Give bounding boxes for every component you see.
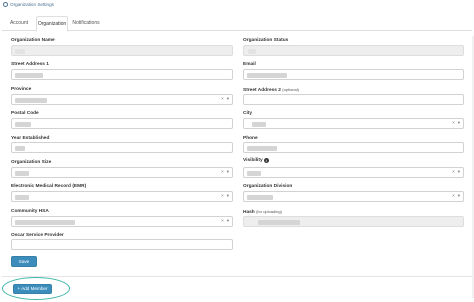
oscar-provider-input[interactable] <box>11 239 233 250</box>
add-member-button[interactable]: + Add Member <box>13 284 52 294</box>
redacted-value <box>258 219 300 225</box>
chevron-down-icon[interactable]: ▾ <box>458 169 460 175</box>
redacted-value <box>15 170 29 176</box>
email-input[interactable] <box>243 69 464 80</box>
save-button[interactable]: Save <box>11 256 37 267</box>
chevron-down-icon[interactable]: ▾ <box>458 193 460 199</box>
emr-select[interactable]: × ▾ <box>11 191 233 202</box>
org-size-select[interactable]: × ▾ <box>11 167 233 178</box>
redacted-value <box>247 72 287 78</box>
clear-icon[interactable]: × <box>452 120 455 126</box>
street1-label: Street Address 1 <box>11 62 49 67</box>
visibility-select[interactable]: × ▾ <box>243 167 464 178</box>
select-controls: × ▾ <box>221 193 229 199</box>
oscar-provider-label: Oscar Service Provider <box>11 233 64 238</box>
org-name-label: Organization Name <box>11 38 55 43</box>
redacted-value <box>247 145 277 151</box>
gear-icon <box>3 2 8 7</box>
phone-input[interactable] <box>243 142 464 153</box>
tab-bar: Account Organization Notifications <box>2 16 472 32</box>
hash-note: (for uploading) <box>256 209 282 214</box>
select-controls: × ▾ <box>221 96 229 102</box>
clear-icon[interactable]: × <box>221 193 224 199</box>
hash-label: Hash (for uploading) <box>243 209 282 215</box>
chevron-down-icon[interactable]: ▾ <box>227 218 229 224</box>
chevron-down-icon[interactable]: ▾ <box>227 169 229 175</box>
redacted-value <box>247 170 261 176</box>
tab-account[interactable]: Account <box>4 16 34 31</box>
division-label: Organization Division <box>243 184 293 189</box>
clear-icon[interactable]: × <box>221 218 224 224</box>
select-controls: × ▾ <box>221 218 229 224</box>
chevron-down-icon[interactable]: ▾ <box>227 96 229 102</box>
clear-icon[interactable]: × <box>452 169 455 175</box>
redacted-value <box>15 48 25 54</box>
community-hsa-select[interactable]: × ▾ <box>11 216 233 227</box>
emr-label: Electronic Medical Record (EMR) <box>11 184 87 189</box>
chevron-down-icon[interactable]: ▾ <box>227 193 229 199</box>
breadcrumb-text: Organization Settings <box>10 2 54 7</box>
province-label: Province <box>11 87 32 92</box>
province-select[interactable]: × ▾ <box>11 94 233 105</box>
select-controls: × ▾ <box>452 120 460 126</box>
division-select[interactable]: × ▾ <box>243 191 464 202</box>
redacted-value <box>15 145 25 151</box>
redacted-value <box>15 121 31 127</box>
visibility-label: Visibility i <box>243 158 269 163</box>
org-status-field <box>243 45 464 56</box>
email-label: Email <box>243 62 256 67</box>
tab-organization[interactable]: Organization <box>36 16 68 32</box>
breadcrumb: Organization Settings <box>3 2 54 7</box>
divider <box>2 276 472 277</box>
postal-code-input[interactable] <box>11 118 233 129</box>
phone-label: Phone <box>243 136 258 141</box>
redacted-value <box>15 194 29 200</box>
clear-icon[interactable]: × <box>221 96 224 102</box>
info-icon[interactable]: i <box>263 158 269 163</box>
clear-icon[interactable]: × <box>221 169 224 175</box>
tab-notifications[interactable]: Notifications <box>71 16 101 31</box>
clear-icon[interactable]: × <box>452 193 455 199</box>
street1-input[interactable] <box>11 69 233 80</box>
redacted-value <box>252 121 266 127</box>
street2-label: Street Address 2 (optional) <box>243 87 299 93</box>
redacted-value <box>15 219 75 225</box>
redacted-value <box>248 48 256 54</box>
org-name-field <box>11 45 233 56</box>
postal-code-label: Postal Code <box>11 111 39 116</box>
optional-note: (optional) <box>282 87 299 92</box>
redacted-value <box>247 194 273 200</box>
select-controls: × ▾ <box>221 169 229 175</box>
redacted-value <box>15 97 47 103</box>
org-status-label: Organization Status <box>243 38 289 43</box>
community-hsa-label: Community HSA <box>11 209 49 214</box>
select-controls: × ▾ <box>452 169 460 175</box>
redacted-value <box>15 72 43 78</box>
year-established-input[interactable] <box>11 142 233 153</box>
select-controls: × ▾ <box>452 193 460 199</box>
city-select[interactable]: × ▾ <box>243 118 464 129</box>
org-size-label: Organization Size <box>11 160 52 165</box>
city-label: City <box>243 111 253 116</box>
hash-field <box>243 216 464 227</box>
chevron-down-icon[interactable]: ▾ <box>458 120 460 126</box>
year-established-label: Year Established <box>11 136 50 141</box>
street2-input[interactable] <box>243 94 464 105</box>
